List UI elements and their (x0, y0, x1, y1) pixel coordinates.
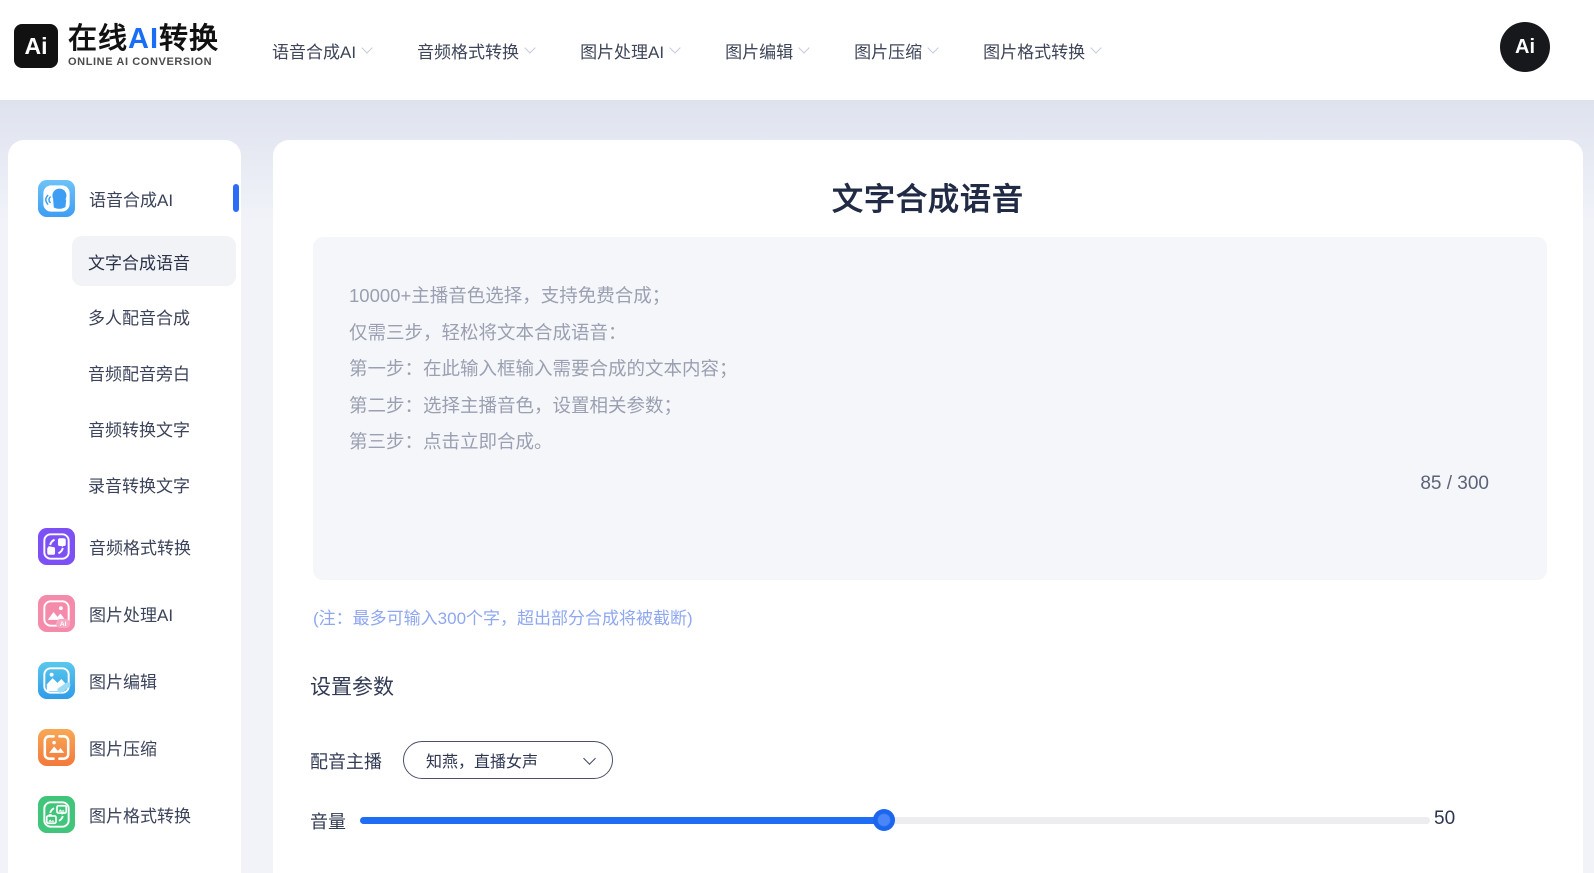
nav-item-image-ai[interactable]: 图片处理AI (580, 38, 679, 63)
voice-label: 配音主播 (310, 748, 382, 774)
image-format-convert-icon (38, 796, 75, 833)
text-input-area[interactable]: 10000+主播音色选择，支持免费合成； 仅需三步，轻松将文本合成语音： 第一步… (313, 237, 1547, 580)
sidebar-item-speech-ai[interactable]: 语音合成AI (8, 170, 241, 226)
logo-subtitle: ONLINE AI CONVERSION (68, 56, 219, 68)
sidebar-item-audio-format[interactable]: 音频格式转换 (8, 518, 241, 574)
speech-synthesis-icon (38, 180, 75, 217)
sidebar-item-label: 图片处理AI (89, 601, 173, 626)
sidebar: 语音合成AI 文字合成语音 多人配音合成 音频配音旁白 音频转换文字 录音转换文… (8, 140, 241, 873)
chevron-down-icon (669, 42, 680, 53)
logo-title: 在线AI转换 (68, 24, 219, 54)
sidebar-item-label: 语音合成AI (89, 186, 173, 211)
char-counter: 85 / 300 (1420, 473, 1489, 495)
volume-label: 音量 (310, 808, 346, 834)
chevron-down-icon (583, 752, 596, 765)
slider-thumb[interactable] (873, 809, 895, 831)
nav-item-image-edit[interactable]: 图片编辑 (725, 38, 808, 63)
sidebar-item-label: 音频格式转换 (89, 534, 191, 559)
sidebar-item-label: 图片压缩 (89, 735, 157, 760)
nav-item-image-compress[interactable]: 图片压缩 (854, 38, 937, 63)
main-panel: 文字合成语音 10000+主播音色选择，支持免费合成； 仅需三步，轻松将文本合成… (273, 140, 1583, 873)
chevron-down-icon (798, 42, 809, 53)
sidebar-item-label: 图片编辑 (89, 668, 157, 693)
sidebar-subitem-multi-voice[interactable]: 多人配音合成 (88, 296, 190, 336)
chevron-down-icon (1090, 42, 1101, 53)
site-logo[interactable]: Ai 在线AI转换 ONLINE AI CONVERSION (14, 24, 219, 68)
logo-ai-badge: Ai (14, 24, 58, 68)
svg-text:AI: AI (60, 620, 67, 627)
active-indicator-bar (233, 184, 239, 212)
nav-item-speech-ai[interactable]: 语音合成AI (272, 38, 371, 63)
voice-select-dropdown[interactable]: 知燕，直播女声 (403, 741, 613, 779)
top-header: Ai 在线AI转换 ONLINE AI CONVERSION 语音合成AI 音频… (0, 0, 1594, 100)
main-nav: 语音合成AI 音频格式转换 图片处理AI 图片编辑 图片压缩 图片格式转换 (272, 0, 1100, 100)
image-compress-icon (38, 729, 75, 766)
volume-value: 50 (1434, 808, 1455, 830)
volume-row: 音量 50 (273, 800, 1583, 840)
sidebar-item-image-ai[interactable]: AI 图片处理AI (8, 585, 241, 641)
sidebar-item-image-format[interactable]: 图片格式转换 (8, 786, 241, 842)
image-ai-icon: AI (38, 595, 75, 632)
sidebar-item-label: 图片格式转换 (89, 802, 191, 827)
sidebar-subitem-audio-to-text[interactable]: 音频转换文字 (88, 408, 190, 448)
input-limit-note: (注：最多可输入300个字，超出部分合成将被截断) (313, 604, 693, 629)
user-avatar[interactable]: Ai (1500, 22, 1550, 72)
voice-anchor-row: 配音主播 知燕，直播女声 (273, 740, 1583, 780)
voice-selected-value: 知燕，直播女声 (426, 748, 585, 772)
params-section-title: 设置参数 (310, 671, 394, 701)
chevron-down-icon (361, 42, 372, 53)
textarea-placeholder: 10000+主播音色选择，支持免费合成； 仅需三步，轻松将文本合成语音： 第一步… (349, 278, 738, 461)
sidebar-subitem-text-to-speech[interactable]: 文字合成语音 (72, 236, 236, 286)
image-edit-icon (38, 662, 75, 699)
audio-format-convert-icon (38, 528, 75, 565)
nav-item-audio-format[interactable]: 音频格式转换 (417, 38, 534, 63)
page-title: 文字合成语音 (273, 174, 1583, 219)
chevron-down-icon (524, 42, 535, 53)
logo-text-block: 在线AI转换 ONLINE AI CONVERSION (68, 24, 219, 68)
nav-item-image-format[interactable]: 图片格式转换 (983, 38, 1100, 63)
sidebar-item-image-compress[interactable]: 图片压缩 (8, 719, 241, 775)
sidebar-subitem-recording-to-text[interactable]: 录音转换文字 (88, 464, 190, 504)
slider-fill (360, 817, 884, 824)
sidebar-subitem-audio-dubbing[interactable]: 音频配音旁白 (88, 352, 190, 392)
chevron-down-icon (927, 42, 938, 53)
sidebar-item-image-edit[interactable]: 图片编辑 (8, 652, 241, 708)
volume-slider[interactable] (360, 813, 1430, 827)
